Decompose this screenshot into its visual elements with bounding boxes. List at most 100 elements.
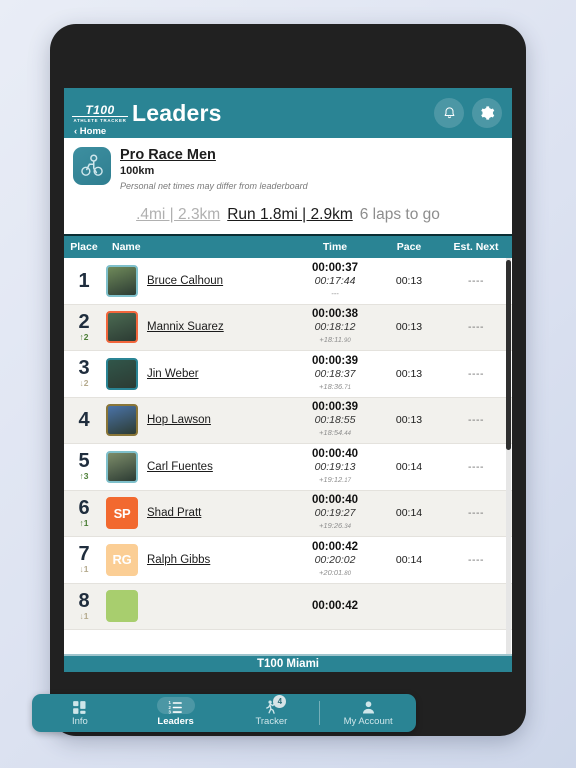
avatar[interactable] [106, 264, 138, 297]
time-gap: +18:36.71 [319, 381, 351, 391]
time-cell: 00:00:40 00:19:13 +19:12.17 [292, 447, 378, 487]
segment-current[interactable]: Run 1.8mi | 2.9km [227, 205, 353, 225]
athlete-name[interactable]: Hop Lawson [147, 414, 211, 426]
place-number: 1 [78, 269, 90, 292]
notification-bell-icon [444, 106, 454, 118]
athlete-name[interactable]: Bruce Calhoun [147, 275, 223, 287]
time-primary: 00:00:37 [311, 261, 359, 274]
place-cell: 1 [64, 271, 104, 291]
pace-cell: 00:13 [395, 321, 423, 334]
avatar[interactable] [106, 590, 138, 623]
time-elapsed: 00:18:37 [314, 367, 356, 380]
athlete-name[interactable]: Jin Weber [147, 368, 199, 380]
column-header-time[interactable]: Time [292, 241, 378, 253]
athlete-cell[interactable] [104, 590, 292, 623]
time-primary: 00:00:38 [311, 308, 359, 321]
rank-change-indicator: ↓2 [79, 378, 89, 389]
race-name[interactable]: Pro Race Men [120, 147, 308, 164]
person-icon [360, 699, 377, 715]
bottom-navigation-bar[interactable]: Info 123 Leaders 4 Tracker My Account [32, 694, 416, 732]
column-header-est-next[interactable]: Est. Next [440, 241, 512, 253]
nav-item-label: Leaders [157, 716, 194, 727]
leaderboard-header-row: Place Name Time Pace Est. Next [64, 234, 512, 258]
nav-item-info[interactable]: Info [32, 694, 128, 732]
nav-item-tracker[interactable]: 4 Tracker [224, 694, 320, 732]
est-next-cell: ---- [468, 367, 484, 380]
time-elapsed: 00:17:44 [314, 274, 356, 287]
time-gap: --- [331, 288, 339, 298]
time-primary: 00:00:40 [311, 494, 359, 507]
settings-gear-icon [481, 106, 495, 120]
avatar[interactable]: RG [106, 543, 138, 576]
time-cell: 00:00:37 00:17:44 --- [292, 261, 378, 301]
column-header-pace[interactable]: Pace [378, 241, 440, 253]
pace-cell: 00:13 [395, 414, 423, 427]
athlete-cell[interactable]: SP Shad Pratt [104, 497, 292, 530]
table-row[interactable]: 3 ↓2 Jin Weber 00:00:39 00:18:37 +18:36.… [64, 351, 512, 398]
avatar[interactable]: SP [106, 497, 138, 530]
cyclist-icon [73, 147, 111, 185]
app-header: T100 ATHLETE TRACKER Leaders ‹ Home [64, 88, 512, 138]
table-row[interactable]: 6 ↑1 SP Shad Pratt 00:00:40 00:19:27 +19… [64, 490, 512, 537]
table-row[interactable]: 1 Bruce Calhoun 00:00:37 00:17:44 --- 00… [64, 258, 512, 305]
time-cell: 00:00:40 00:19:27 +19:26.34 [292, 493, 378, 533]
logo-main-text: T100 [72, 104, 128, 117]
time-primary: 00:00:39 [311, 354, 359, 367]
header-actions [434, 98, 502, 128]
avatar[interactable] [106, 404, 138, 437]
athlete-cell[interactable]: Carl Fuentes [104, 450, 292, 483]
avatar[interactable] [106, 450, 138, 483]
segment-strip[interactable]: .4mi | 2.3km Run 1.8mi | 2.9km 6 laps to… [64, 199, 512, 234]
list-numbered-icon: 123 [167, 699, 184, 715]
athlete-cell[interactable]: Bruce Calhoun [104, 264, 292, 297]
pace-cell: 00:13 [395, 274, 423, 287]
time-gap: +19:26.34 [319, 521, 351, 531]
race-disclaimer: Personal net times may differ from leade… [120, 181, 308, 191]
leaderboard-body[interactable]: 1 Bruce Calhoun 00:00:37 00:17:44 --- 00… [64, 258, 512, 654]
table-row[interactable]: 8 ↓1 00:00:42 [64, 583, 512, 630]
notifications-button[interactable] [434, 98, 464, 128]
place-number: 6 [78, 496, 90, 519]
cyclist-glyph [81, 154, 103, 176]
event-name: T100 Miami [257, 658, 319, 670]
pace-cell: 00:14 [395, 553, 423, 566]
page-title: Leaders [132, 99, 222, 126]
avatar[interactable] [106, 311, 138, 344]
table-row[interactable]: 5 ↑3 Carl Fuentes 00:00:40 00:19:13 +19:… [64, 444, 512, 491]
race-info-block: Pro Race Men 100km Personal net times ma… [64, 138, 512, 199]
athlete-cell[interactable]: RG Ralph Gibbs [104, 543, 292, 576]
svg-text:3: 3 [169, 709, 172, 714]
time-elapsed: 00:18:12 [314, 321, 356, 334]
time-elapsed: 00:19:27 [314, 507, 356, 520]
athlete-cell[interactable]: Hop Lawson [104, 404, 292, 437]
table-row[interactable]: 7 ↓1 RG Ralph Gibbs 00:00:42 00:20:02 +2… [64, 537, 512, 584]
grid-tiles-icon [71, 699, 88, 715]
settings-button[interactable] [472, 98, 502, 128]
column-header-place[interactable]: Place [64, 241, 104, 253]
nav-item-label: Info [71, 716, 88, 727]
athlete-cell[interactable]: Mannix Suarez [104, 311, 292, 344]
nav-item-my-account[interactable]: My Account [320, 694, 416, 732]
table-row[interactable]: 4 Hop Lawson 00:00:39 00:18:55 +18:54.44… [64, 397, 512, 444]
column-header-name[interactable]: Name [104, 241, 292, 253]
t100-logo[interactable]: T100 ATHLETE TRACKER [72, 103, 128, 124]
nav-item-leaders[interactable]: 123 Leaders [128, 694, 224, 732]
est-next-cell: ---- [468, 274, 484, 287]
athlete-name[interactable]: Shad Pratt [147, 507, 201, 519]
place-cell: 8 ↓1 [64, 591, 104, 622]
est-next-cell: ---- [468, 321, 484, 334]
athlete-cell[interactable]: Jin Weber [104, 357, 292, 390]
segment-previous[interactable]: .4mi | 2.3km [136, 205, 220, 225]
place-number: 7 [78, 543, 90, 566]
avatar[interactable] [106, 357, 138, 390]
time-elapsed: 00:20:02 [314, 553, 356, 566]
home-back-link[interactable]: ‹ Home [74, 126, 106, 137]
time-cell: 00:00:38 00:18:12 +18:11.90 [292, 307, 378, 347]
table-row[interactable]: 2 ↑2 Mannix Suarez 00:00:38 00:18:12 +18… [64, 304, 512, 351]
athlete-name[interactable]: Ralph Gibbs [147, 554, 210, 566]
place-cell: 5 ↑3 [64, 451, 104, 482]
athlete-name[interactable]: Mannix Suarez [147, 321, 224, 333]
race-text-block: Pro Race Men 100km Personal net times ma… [120, 147, 308, 193]
athlete-name[interactable]: Carl Fuentes [147, 461, 213, 473]
scrollbar-thumb[interactable] [506, 260, 511, 450]
